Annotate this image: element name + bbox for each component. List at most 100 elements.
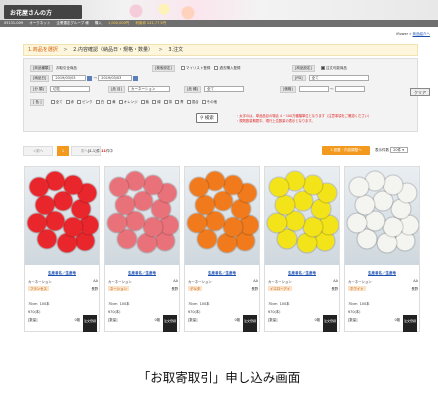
color-option-label: 赤 [70,100,75,104]
product-pieces: 100本 [119,302,130,306]
product-item: カーネーション [28,280,52,284]
past-purchase-label: 過去購入登録 [219,66,241,70]
search-icon: ⚲ [200,116,204,121]
color-checkbox[interactable] [163,100,168,104]
color-option-label: 混合 [191,100,199,104]
user-name: iflower [396,32,409,36]
product-pieces: 100本 [199,302,210,306]
product-producer-link[interactable]: 生産者名／生産地 [345,271,419,276]
product-producer-link[interactable]: 生産者名／生産地 [265,271,339,276]
per-page-select[interactable]: 20件 ▾ [390,147,409,153]
order-register-button[interactable]: 注文登録 [83,315,97,332]
product-pieces: 100本 [359,302,370,306]
product-stock: 0箱 [74,318,80,322]
product-card: 生産者名／生産地 カーネーション AA ネーション 長野 70cm 100本 ¥70… [104,166,180,332]
product-length: 70cm [28,302,38,306]
product-photo[interactable] [265,167,339,265]
order-register-button[interactable]: 注文登録 [163,315,177,332]
product-stock: 0箱 [314,318,320,322]
color-option-label: その他 [206,100,218,104]
result-count: [1-1]件 11件中 [88,149,113,154]
mylist-checkbox[interactable] [180,66,185,70]
color-checkbox[interactable] [186,100,191,104]
order-register-button[interactable]: 注文登録 [323,315,337,332]
step-select: 1.商品を選択 [28,47,58,53]
product-origin: 長野 [331,287,338,291]
notice-text: ・太字のは、単品品目の場合 4 ~100万種類単位となります（注意事項をご確認く… [236,114,371,124]
product-photo[interactable] [185,167,259,265]
calendar-icon[interactable] [87,75,93,81]
color-filter-row: [ 色 ] 全て 赤 ピンク 白 黄 オレンジ 紫 緑 茶 青 混合 その他 [30,99,217,106]
product-card: 生産者名／生産地 カーネーション AA イエローアイ 長野 70cm 100本 ¥7… [264,166,340,332]
product-grade: AA [413,279,418,283]
account-info-bar: 05131-009 オークネット 企業選定グループ 様 購入 1,000,000… [0,20,438,27]
product-photo[interactable] [105,167,179,265]
color-checkbox[interactable] [65,100,70,104]
color-checkbox[interactable] [50,100,55,104]
product-origin: 長野 [411,287,418,291]
current-page[interactable]: 1 [57,146,69,156]
product-stock: 0箱 [394,318,400,322]
order-register-button[interactable]: 注文登録 [243,315,257,332]
product-card: 生産者名／生産地 カーネーション AA デルタ 長野 70cm 100本 ¥70(本… [184,166,260,332]
clear-button[interactable]: クリア [410,88,430,96]
product-price: ¥70(本) [28,310,41,314]
prev-page-button[interactable]: ＜前へ [23,146,53,156]
color-checkbox[interactable] [77,100,82,104]
product-setting-label: [商品設定] [292,65,315,72]
search-button[interactable]: ⚲ 検索 [196,113,218,123]
step-confirm: 2.内容確認（納品日・規格・数量） [73,47,153,53]
color-checkbox[interactable] [201,100,206,104]
product-price: ¥70(本) [108,310,121,314]
account-id: 05131-009 [4,21,24,25]
date-to-field[interactable]: 2019/03/03 [98,75,133,81]
product-stock: 0箱 [234,318,240,322]
product-stock-label: [数量] [28,318,38,322]
past-purchase-checkbox[interactable] [214,66,219,70]
product-producer-link[interactable]: 生産者名／生産地 [25,271,99,276]
category-value: お取引全商品 [55,66,77,70]
available-checkbox[interactable] [320,66,325,70]
product-item: カーネーション [348,280,372,284]
product-photo[interactable] [345,167,419,265]
color-checkbox[interactable] [107,100,112,104]
product-intro-link[interactable]: 商品紹介へ [413,32,431,36]
delivery-date-label: [納品日] [30,75,50,82]
price-to-field[interactable] [334,86,365,92]
color-checkbox[interactable] [140,100,145,104]
calendar-icon[interactable] [133,75,139,81]
product-producer-link[interactable]: 生産者名／生産地 [105,271,179,276]
kind-select[interactable]: 全て [203,86,244,92]
product-producer-link[interactable]: 生産者名／生産地 [185,271,259,276]
product-price: ¥70(本) [348,310,361,314]
color-checkbox[interactable] [95,100,100,104]
date-from-field[interactable]: 2019/03/03 [52,75,87,81]
item-select[interactable]: カーネーション [127,86,170,92]
class-select[interactable]: 切花 [49,86,90,92]
product-item: カーネーション [268,280,292,284]
color-checkbox[interactable] [175,100,180,104]
product-origin: 長野 [171,287,178,291]
site-logo[interactable]: お花屋さんの方 [4,5,82,19]
pd-select[interactable]: 全て [308,75,369,81]
color-option-label: ピンク [82,100,93,104]
order-steps: 1.商品を選択 > 2.内容確認（納品日・規格・数量） > 3.注文 [23,44,418,56]
color-option-label: 青 [180,100,184,104]
color-checkbox[interactable] [118,100,123,104]
color-option-label: 茶 [168,100,173,104]
color-checkbox[interactable] [152,100,157,104]
price-from-field[interactable] [298,86,329,92]
color-label: [ 色 ] [30,99,45,106]
product-variety: ネーション [108,286,129,291]
account-name: オークネット [29,21,51,25]
credit-value: 1,000,000円 [107,21,130,25]
bulk-order-button[interactable]: 1 設置・内容調整へ [322,146,370,155]
product-origin: 長野 [251,287,258,291]
product-variety: イエローアイ [268,286,293,291]
product-variety: デルタ [188,286,203,291]
result-suffix: 件中 [105,149,113,153]
order-register-button[interactable]: 注文登録 [403,315,417,332]
product-card: 生産者名／生産地 カーネーション AA フランセス 長野 70cm 100本 ¥70… [24,166,100,332]
product-origin: 長野 [91,287,98,291]
product-photo[interactable] [25,167,99,265]
